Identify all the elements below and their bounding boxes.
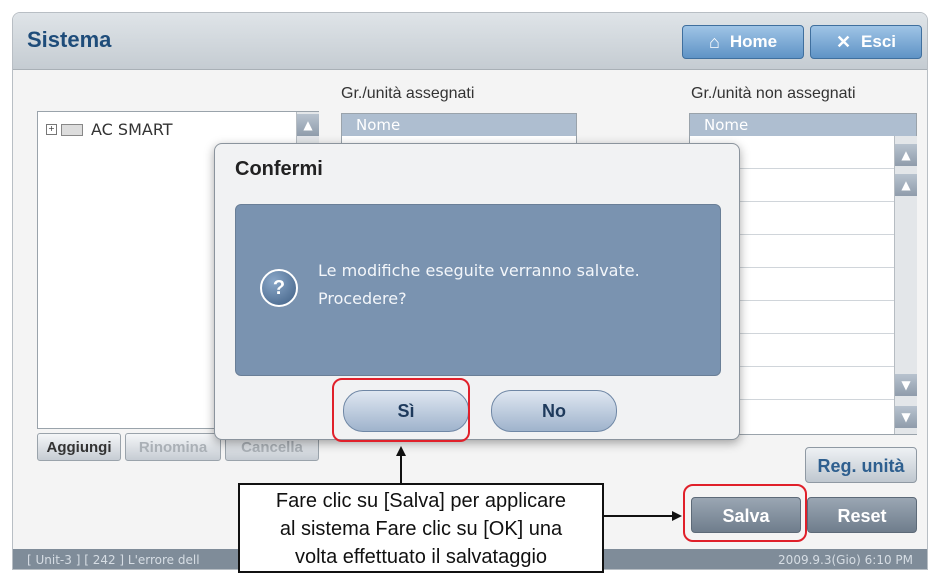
callout-line2: al sistema Fare clic su [OK] una [279, 518, 563, 540]
callout-box: Fare clic su [Salva] per applicare al si… [238, 483, 604, 573]
callout-line3: volta effettuato il salvataggio [294, 546, 548, 568]
callout-line1: Fare clic su [Salva] per applicare [275, 490, 567, 512]
